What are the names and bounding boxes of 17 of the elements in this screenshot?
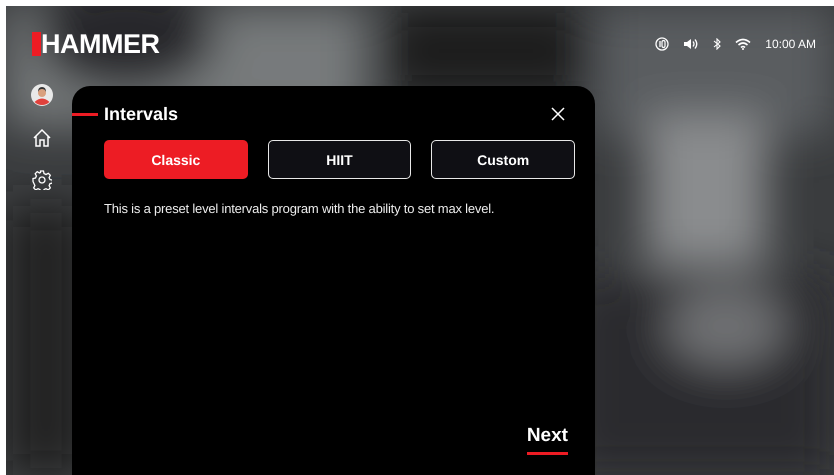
home-icon[interactable] <box>32 128 52 148</box>
program-tab[interactable]: HIIT <box>268 140 412 179</box>
close-icon[interactable] <box>551 107 565 121</box>
dialog-title: Intervals <box>104 104 180 124</box>
volume-icon <box>683 38 700 50</box>
next-button[interactable]: Next <box>526 425 568 455</box>
brand-logo: HAMMER <box>41 32 160 56</box>
program-tab[interactable]: Custom <box>431 140 576 179</box>
bluetooth-icon <box>713 38 722 50</box>
wifi-icon <box>735 38 752 50</box>
program-tab[interactable]: Classic <box>104 140 248 179</box>
badge-icon <box>655 37 670 51</box>
clock-time: 10:00 AM <box>765 37 816 51</box>
program-description: This is a preset level intervals program with the ability to set max level. <box>104 201 496 216</box>
logo-mark-icon <box>32 32 41 56</box>
settings-icon[interactable] <box>32 170 52 190</box>
avatar-icon[interactable] <box>31 84 53 106</box>
